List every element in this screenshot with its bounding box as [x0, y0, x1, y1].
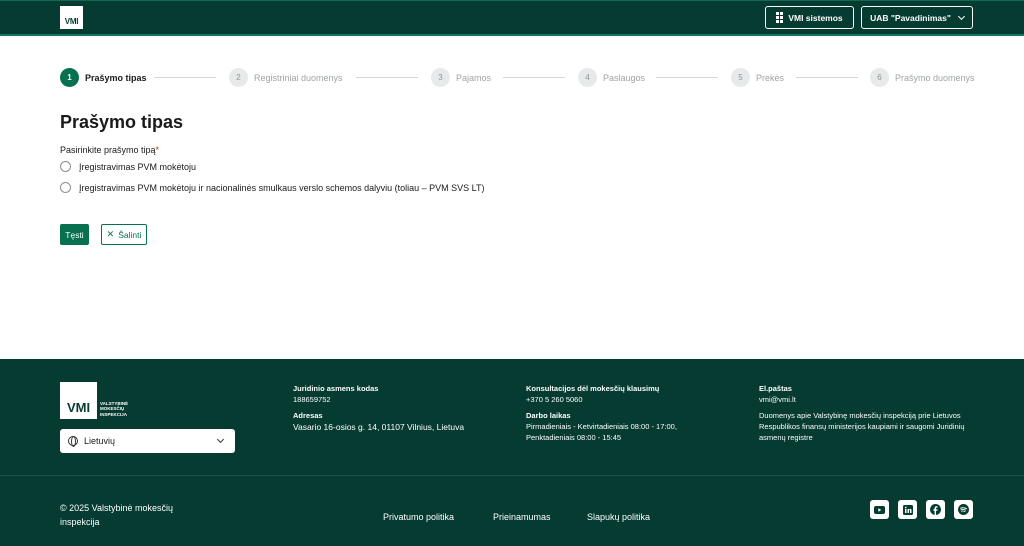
step-1: 1 Prašymo tipas — [60, 68, 147, 87]
clear-button[interactable]: ✕ Šalinti — [101, 224, 147, 245]
step-connector — [503, 77, 565, 78]
step-label: Prašymo tipas — [85, 72, 147, 83]
radio-option-pvm-svs[interactable]: Įregistravimas PVM mokėtoju ir nacionali… — [60, 182, 484, 193]
radio-button[interactable] — [60, 182, 71, 193]
language-value: Lietuvių — [84, 436, 116, 446]
step-label: Prekės — [756, 72, 785, 83]
step-label: Prašymo duomenys — [895, 72, 975, 83]
clear-button-label: Šalinti — [118, 229, 142, 240]
email-column: El.paštas vmi@vmi.lt Duomenys apie Valst… — [759, 383, 974, 443]
address-label: Adresas — [293, 411, 323, 420]
grid-icon — [776, 12, 784, 23]
chevron-down-icon — [957, 12, 965, 20]
step-number: 3 — [431, 68, 450, 87]
copyright: © 2025 Valstybinė mokesčių inspekcija — [60, 503, 174, 527]
working-hours-line-2: Penktadieniais 08:00 - 15:45 — [526, 433, 622, 442]
step-5: 5 Prekės — [731, 68, 784, 87]
step-2: 2 Registriniai duomenys — [229, 68, 343, 87]
company-code-label: Juridinio asmens kodas — [293, 384, 379, 393]
step-connector — [356, 77, 418, 78]
step-connector — [154, 77, 216, 78]
next-button[interactable]: Tęsti — [60, 224, 89, 245]
step-3: 3 Pajamos — [431, 68, 491, 87]
working-hours-line-1: Pirmadieniais - Ketvirtadieniais 08:00 -… — [526, 422, 677, 431]
email-label: El.paštas — [759, 384, 792, 393]
email-link[interactable]: vmi@vmi.lt — [759, 394, 974, 405]
step-number: 4 — [578, 68, 597, 87]
step-label: Paslaugos — [603, 72, 646, 83]
step-number: 5 — [731, 68, 750, 87]
privacy-policy-link[interactable]: Privatumo politika — [383, 512, 454, 522]
step-label: Pajamos — [456, 72, 492, 83]
working-hours-label: Darbo laikas — [526, 411, 571, 420]
radio-option-label: Įregistravimas PVM mokėtoju ir nacionali… — [79, 182, 485, 193]
vmi-logo[interactable]: VMI — [60, 6, 83, 29]
globe-icon — [68, 436, 78, 447]
step-6: 6 Prašymo duomenys — [870, 68, 975, 87]
consultation-column: Konsultacijos dėl mokesčių klausimų +370… — [526, 383, 726, 443]
step-number: 2 — [229, 68, 248, 87]
footer-logo[interactable]: VMI VALSTYBINĖ MOKESČIŲ INSPEKCIJA — [60, 382, 128, 419]
chevron-down-icon — [216, 435, 225, 444]
required-asterisk: * — [155, 145, 160, 155]
registry-note: Duomenys apie Valstybinę mokesčių inspek… — [759, 411, 965, 442]
step-number: 1 — [60, 68, 79, 87]
step-label: Registriniai duomenys — [254, 72, 343, 83]
consultation-phone[interactable]: +370 5 260 5060 — [526, 394, 726, 405]
close-icon: ✕ — [106, 229, 115, 239]
company-code-value: 188659752 — [293, 395, 331, 404]
footer-logo-mark: VMI — [60, 382, 97, 419]
company-info-column: Juridinio asmens kodas 188659752 Adresas… — [293, 383, 493, 433]
step-connector — [796, 77, 858, 78]
spotify-icon[interactable] — [954, 500, 973, 519]
radio-button[interactable] — [60, 161, 71, 172]
footer-logo-caption: VALSTYBINĖ MOKESČIŲ INSPEKCIJA — [100, 400, 129, 417]
company-selector-button[interactable]: UAB "Pavadinimas" — [861, 6, 973, 29]
company-name-label: UAB "Pavadinimas" — [870, 12, 951, 23]
consultation-label: Konsultacijos dėl mokesčių klausimų — [526, 384, 660, 393]
step-number: 6 — [870, 68, 889, 87]
footer-divider — [0, 475, 1024, 476]
linkedin-icon[interactable] — [898, 500, 917, 519]
facebook-icon[interactable] — [926, 500, 945, 519]
progress-stepper: 1 Prašymo tipas 2 Registriniai duomenys … — [60, 68, 975, 88]
request-type-question: Pasirinkite prašymo tipą — [60, 145, 156, 155]
vmi-systems-label: VMI sistemos — [788, 12, 843, 23]
accessibility-link[interactable]: Prieinamumas — [493, 512, 551, 522]
radio-option-pvm[interactable]: Įregistravimas PVM mokėtoju — [60, 161, 196, 172]
step-4: 4 Paslaugos — [578, 68, 645, 87]
youtube-icon[interactable] — [870, 500, 889, 519]
top-navbar: VMI VMI sistemos UAB "Pavadinimas" — [0, 0, 1024, 36]
address-value: Vasario 16-osios g. 14, 01107 Vilnius, L… — [293, 422, 465, 432]
footer: VMI VALSTYBINĖ MOKESČIŲ INSPEKCIJA Lietu… — [0, 359, 1024, 546]
radio-option-label: Įregistravimas PVM mokėtoju — [79, 161, 197, 172]
step-connector — [656, 77, 718, 78]
cookie-policy-link[interactable]: Slapukų politika — [587, 512, 650, 522]
vmi-systems-button[interactable]: VMI sistemos — [765, 6, 854, 29]
language-select[interactable]: Lietuvių — [60, 429, 235, 453]
request-type-label: Pasirinkite prašymo tipą* — [60, 145, 159, 155]
page-title: Prašymo tipas — [60, 112, 184, 132]
